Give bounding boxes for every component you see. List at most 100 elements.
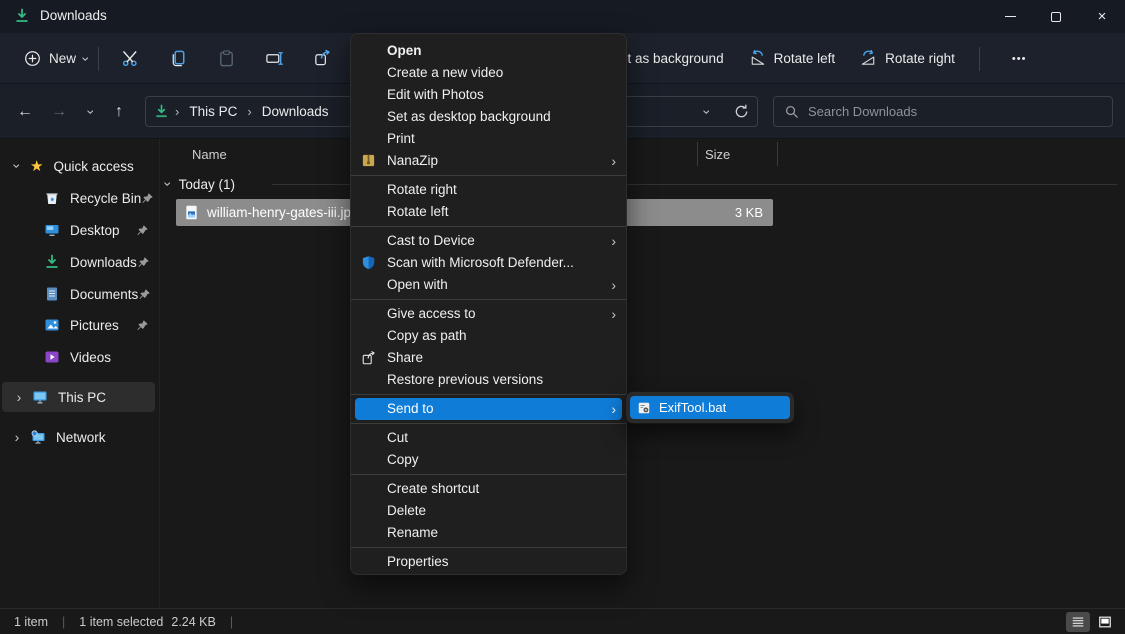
submenu-item-exiftool[interactable]: ExifTool.bat xyxy=(630,396,790,419)
maximize-button[interactable] xyxy=(1033,0,1079,33)
rename-button[interactable] xyxy=(250,40,298,77)
menu-item-give-access-to[interactable]: Give access to › xyxy=(351,303,626,325)
nanazip-icon xyxy=(361,153,376,168)
menu-item-label: Delete xyxy=(387,503,426,518)
more-options-button[interactable]: ••• xyxy=(1004,47,1035,71)
pictures-icon xyxy=(44,317,60,333)
menu-item-share[interactable]: Share xyxy=(351,347,626,369)
chevron-down-icon: › xyxy=(84,110,98,115)
menu-item-label: Cut xyxy=(387,430,408,445)
sidebar-item-downloads[interactable]: Downloads xyxy=(0,247,157,277)
menu-item-create-shortcut[interactable]: Create shortcut xyxy=(351,478,626,500)
menu-item-label: Properties xyxy=(387,554,449,569)
sidebar-item-label: Network xyxy=(56,430,106,445)
menu-item-rotate-left[interactable]: Rotate left xyxy=(351,201,626,223)
minimize-icon xyxy=(1005,16,1016,17)
forward-button[interactable]: → xyxy=(44,97,74,127)
up-arrow-icon: ↑ xyxy=(115,103,123,121)
sidebar-item-documents[interactable]: Documents xyxy=(0,279,157,309)
minimize-button[interactable] xyxy=(987,0,1033,33)
rotate-left-button[interactable]: Rotate left xyxy=(748,42,836,76)
column-divider[interactable] xyxy=(697,142,698,166)
menu-item-nanazip[interactable]: NanaZip › xyxy=(351,150,626,172)
menu-item-set-as-desktop-background[interactable]: Set as desktop background xyxy=(351,106,626,128)
address-dropdown-button[interactable]: › xyxy=(701,109,715,114)
sidebar-item-quick-access[interactable]: › ★ Quick access xyxy=(0,151,157,181)
menu-item-open-with[interactable]: Open with › xyxy=(351,274,626,296)
sidebar-item-network[interactable]: › Network xyxy=(0,422,157,452)
group-label: Today (1) xyxy=(179,177,235,192)
menu-item-rename[interactable]: Rename xyxy=(351,522,626,544)
menu-separator xyxy=(351,226,626,227)
menu-item-label: Print xyxy=(387,131,415,146)
network-icon xyxy=(30,429,46,445)
breadcrumb-this-pc[interactable]: This PC xyxy=(185,102,241,121)
rotate-right-icon xyxy=(859,49,878,68)
menu-item-delete[interactable]: Delete xyxy=(351,500,626,522)
chevron-down-icon[interactable]: › xyxy=(161,181,175,186)
defender-shield-icon xyxy=(361,255,376,270)
chevron-down-icon[interactable]: › xyxy=(10,163,24,168)
group-header-today[interactable]: › Today (1) xyxy=(166,172,235,196)
column-header-size[interactable]: Size xyxy=(705,142,730,166)
navigation-pane: › ★ Quick access Recycle Bin Desktop Dow… xyxy=(0,139,160,608)
close-icon: × xyxy=(1098,8,1107,25)
menu-item-label: Scan with Microsoft Defender... xyxy=(387,255,574,270)
column-header-name[interactable]: Name xyxy=(192,142,227,166)
copy-button[interactable] xyxy=(154,40,202,77)
copy-icon xyxy=(169,49,188,68)
sidebar-item-label: Desktop xyxy=(70,223,120,238)
chevron-right-icon: › xyxy=(611,230,616,252)
pin-icon[interactable] xyxy=(137,256,150,269)
chevron-right-icon: › xyxy=(611,398,616,420)
paste-button[interactable] xyxy=(202,40,250,77)
recent-locations-button[interactable]: › xyxy=(76,97,106,127)
menu-item-label: Open xyxy=(387,43,422,58)
menu-item-rotate-right[interactable]: Rotate right xyxy=(351,179,626,201)
chevron-right-icon[interactable]: › xyxy=(17,389,22,405)
menu-item-copy-as-path[interactable]: Copy as path xyxy=(351,325,626,347)
menu-item-scan-with-microsoft-defender[interactable]: Scan with Microsoft Defender... xyxy=(351,252,626,274)
breadcrumb-downloads[interactable]: Downloads xyxy=(258,102,333,121)
pin-icon[interactable] xyxy=(141,192,154,205)
menu-item-cast-to-device[interactable]: Cast to Device › xyxy=(351,230,626,252)
sidebar-item-label: Documents xyxy=(70,287,138,302)
menu-item-label: Set as desktop background xyxy=(387,109,551,124)
details-view-button[interactable] xyxy=(1066,612,1090,632)
menu-item-edit-with-photos[interactable]: Edit with Photos xyxy=(351,84,626,106)
search-box[interactable] xyxy=(773,96,1113,127)
pin-icon[interactable] xyxy=(136,224,149,237)
pin-icon[interactable] xyxy=(136,319,149,332)
menu-item-label: Copy as path xyxy=(387,328,467,343)
up-button[interactable]: ↑ xyxy=(104,97,134,127)
menu-item-print[interactable]: Print xyxy=(351,128,626,150)
sidebar-item-label: Downloads xyxy=(70,255,137,270)
back-arrow-icon: ← xyxy=(17,103,33,121)
close-button[interactable]: × xyxy=(1079,0,1125,33)
new-button[interactable]: New › xyxy=(14,42,99,75)
sidebar-item-recycle-bin[interactable]: Recycle Bin xyxy=(0,183,157,213)
chevron-right-icon[interactable]: › xyxy=(15,429,20,445)
menu-item-send-to[interactable]: Send to › xyxy=(355,398,622,420)
share-button[interactable] xyxy=(298,40,346,77)
refresh-button[interactable] xyxy=(734,104,749,119)
menu-item-open[interactable]: Open xyxy=(351,40,626,62)
paste-icon xyxy=(217,49,236,68)
sidebar-item-this-pc[interactable]: › This PC xyxy=(2,382,155,412)
sidebar-item-desktop[interactable]: Desktop xyxy=(0,215,157,245)
search-input[interactable] xyxy=(808,104,1068,119)
menu-item-create-a-new-video[interactable]: Create a new video xyxy=(351,62,626,84)
back-button[interactable]: ← xyxy=(10,97,40,127)
menu-separator xyxy=(351,423,626,424)
menu-item-properties[interactable]: Properties xyxy=(351,551,626,573)
menu-item-copy[interactable]: Copy xyxy=(351,449,626,471)
sidebar-item-pictures[interactable]: Pictures xyxy=(0,310,157,340)
rotate-right-button[interactable]: Rotate right xyxy=(859,42,955,76)
thumbnail-view-button[interactable] xyxy=(1093,612,1117,632)
column-divider[interactable] xyxy=(777,142,778,166)
sidebar-item-videos[interactable]: Videos xyxy=(0,342,157,372)
menu-item-restore-previous-versions[interactable]: Restore previous versions xyxy=(351,369,626,391)
menu-item-cut[interactable]: Cut xyxy=(351,427,626,449)
pin-icon[interactable] xyxy=(138,288,151,301)
cut-button[interactable] xyxy=(106,40,154,77)
